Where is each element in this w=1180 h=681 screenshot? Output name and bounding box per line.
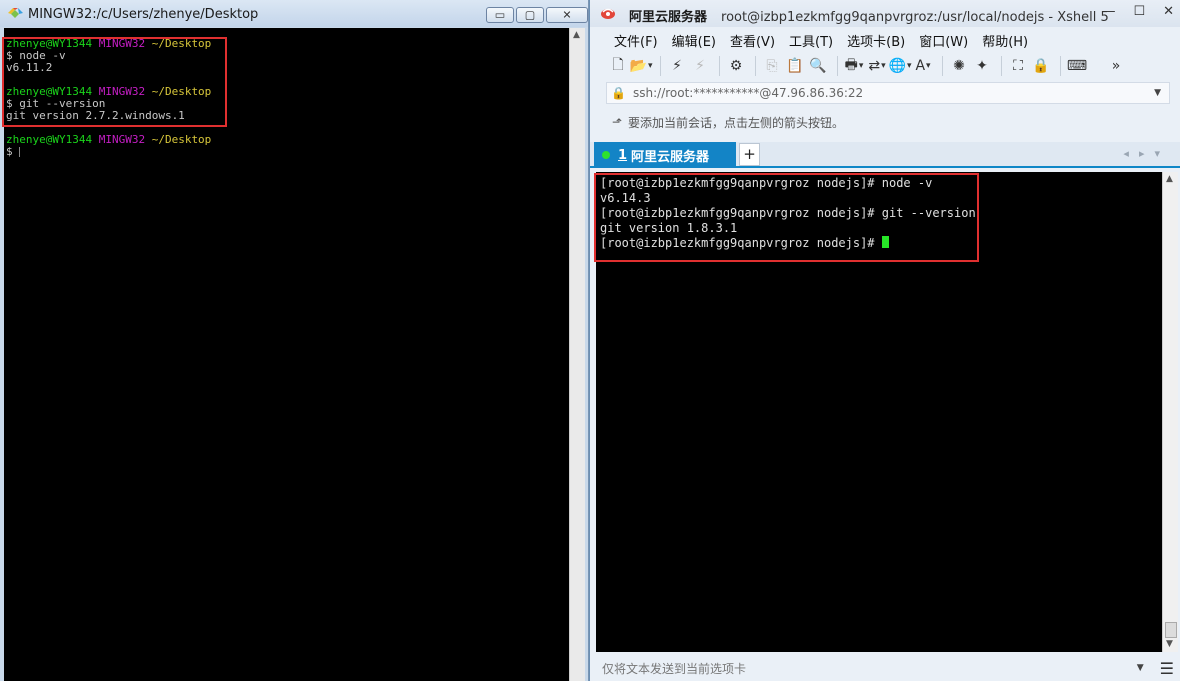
window-title: MINGW32:/c/Users/zhenye/Desktop — [28, 7, 259, 22]
window-title: 阿里云服务器 root@izbp1ezkmfgg9qanpvrgroz:/usr/… — [629, 6, 1109, 25]
print-icon[interactable]: 🖶 — [844, 56, 864, 76]
mingw-titlebar[interactable]: MINGW32:/c/Users/zhenye/Desktop ▭ ▢ ✕ — [0, 0, 588, 27]
tab-number: 1 — [618, 147, 628, 163]
menu-bar: 文件(F) 编辑(E) 查看(V) 工具(T) 选项卡(B) 窗口(W) 帮助(… — [590, 28, 1180, 50]
xshell-titlebar[interactable]: 阿里云服务器 root@izbp1ezkmfgg9qanpvrgroz:/usr/… — [590, 0, 1180, 27]
window-controls: ▭ ▢ ✕ — [486, 7, 588, 23]
toolbar-overflow-icon[interactable]: » — [1106, 56, 1126, 76]
address-dropdown-icon[interactable]: ▼ — [1154, 88, 1161, 98]
maximize-icon: ▢ — [524, 8, 536, 22]
send-text-input[interactable]: 仅将文本发送到当前选项卡 — [596, 660, 1137, 677]
fullscreen-icon[interactable]: ⛶ — [1008, 56, 1028, 76]
globe-icon[interactable]: 🌐 — [889, 56, 910, 76]
highlight-box — [594, 173, 979, 262]
text-cursor — [19, 147, 21, 157]
prompt-host: MINGW32 — [98, 133, 146, 146]
compose-bar[interactable]: 仅将文本发送到当前选项卡 ▼ ☰ — [596, 657, 1178, 679]
prompt-path: ~/Desktop — [151, 133, 212, 146]
tab-session[interactable]: 1 阿里云服务器 — [594, 142, 736, 168]
minimize-icon: ▭ — [494, 8, 506, 22]
lock-icon[interactable]: 🔒 — [1031, 56, 1051, 76]
hint-text: 要添加当前会话，点击左侧的箭头按钮。 — [628, 115, 845, 130]
font-icon[interactable]: A — [913, 56, 933, 76]
minimize-button[interactable]: — — [1102, 4, 1115, 19]
mingw-window: MINGW32:/c/Users/zhenye/Desktop ▭ ▢ ✕ zh… — [0, 0, 589, 681]
vertical-scrollbar[interactable]: ▲ — [569, 28, 585, 681]
highlight-box — [2, 37, 227, 127]
maximize-button[interactable]: ☐ — [1133, 4, 1145, 19]
address-bar[interactable]: 🔒 ssh://root:***********@47.96.86.36:22 … — [606, 82, 1170, 104]
prompt-line: zhenye@WY1344 MINGW32 ~/Desktop — [6, 134, 569, 146]
vertical-scrollbar[interactable]: ▲ ▼ — [1162, 172, 1178, 652]
send-dropdown-icon[interactable]: ▼ — [1137, 663, 1144, 673]
toolbar: 🗋 📂 ⚡ ⚡ ⚙ ⎘ 📋 🔍 🖶 ⇄ 🌐 A ✺ ✦ ⛶ 🔒 ⌨ » — [608, 53, 1174, 79]
disconnect-icon[interactable]: ⚡ — [690, 56, 710, 76]
hint-bar: ⬏ 要添加当前会话，点击左侧的箭头按钮。 — [612, 112, 844, 132]
address-field[interactable]: ssh://root:***********@47.96.86.36:22 — [633, 86, 1154, 100]
properties-icon[interactable]: ⚙ — [726, 56, 746, 76]
scroll-up-icon[interactable]: ▲ — [1166, 174, 1173, 184]
maximize-button[interactable]: ▢ — [516, 7, 544, 23]
tab-label: 阿里云服务器 — [631, 149, 710, 165]
hamburger-menu-icon[interactable]: ☰ — [1160, 659, 1174, 678]
script-icon[interactable]: ✦ — [972, 56, 992, 76]
git-bash-icon — [8, 8, 23, 18]
menu-help[interactable]: 帮助(H) — [980, 28, 1036, 50]
xshell-window: 阿里云服务器 root@izbp1ezkmfgg9qanpvrgroz:/usr/… — [590, 0, 1180, 681]
window-controls: — ☐ ✕ — [1102, 4, 1174, 19]
xshell-logo-icon — [601, 8, 615, 19]
scroll-down-icon[interactable]: ▼ — [1166, 639, 1173, 649]
open-folder-icon[interactable]: 📂 — [630, 56, 651, 76]
close-icon: ✕ — [562, 8, 572, 22]
add-session-arrow-icon[interactable]: ⬏ — [612, 115, 622, 129]
menu-tools[interactable]: 工具(T) — [787, 28, 841, 50]
new-tab-button[interactable]: + — [739, 143, 760, 166]
reconnect-icon[interactable]: ⚡ — [667, 56, 687, 76]
address-lock-icon: 🔒 — [611, 86, 626, 100]
find-icon[interactable]: 🔍 — [808, 56, 828, 76]
window-title-main: 阿里云服务器 — [629, 10, 708, 25]
input-prompt: $ — [6, 145, 20, 158]
minimize-button[interactable]: ▭ — [486, 7, 514, 23]
scroll-thumb[interactable] — [1165, 622, 1177, 638]
xftp-icon[interactable]: ✺ — [949, 56, 969, 76]
transfer-icon[interactable]: ⇄ — [867, 56, 887, 76]
menu-file[interactable]: 文件(F) — [612, 28, 666, 50]
copy-icon[interactable]: ⎘ — [762, 56, 782, 76]
paste-icon[interactable]: 📋 — [785, 56, 805, 76]
close-button[interactable]: ✕ — [546, 7, 588, 23]
new-session-icon[interactable]: 🗋 — [608, 56, 628, 76]
connected-status-icon — [602, 151, 610, 159]
window-title-sub: root@izbp1ezkmfgg9qanpvrgroz:/usr/local/… — [721, 10, 1109, 25]
tab-scroll-icons[interactable]: ◂▸▾ — [1123, 147, 1170, 160]
menu-tab[interactable]: 选项卡(B) — [845, 28, 913, 50]
input-line: $ — [6, 146, 569, 158]
keyboard-icon[interactable]: ⌨ — [1067, 56, 1087, 76]
menu-window[interactable]: 窗口(W) — [917, 28, 976, 50]
close-button[interactable]: ✕ — [1163, 4, 1174, 19]
scroll-up-icon[interactable]: ▲ — [573, 30, 580, 40]
tab-bar: 1 阿里云服务器 + ◂▸▾ — [590, 142, 1180, 168]
menu-edit[interactable]: 编辑(E) — [670, 28, 724, 50]
menu-view[interactable]: 查看(V) — [728, 28, 783, 50]
